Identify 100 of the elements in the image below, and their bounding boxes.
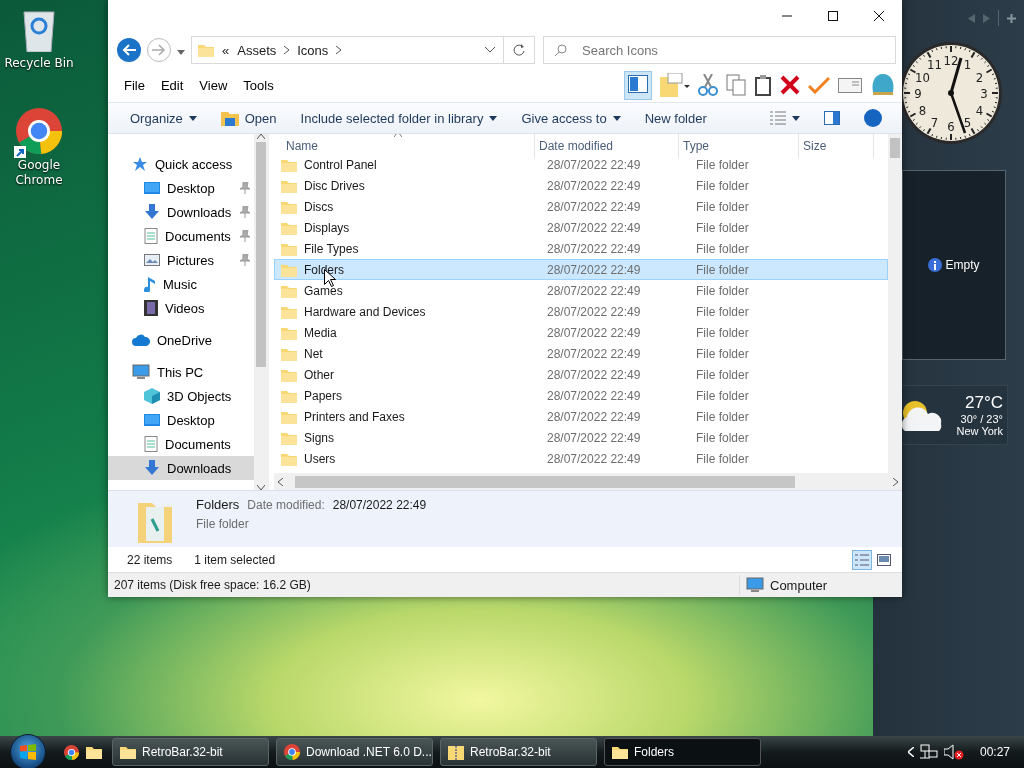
file-row[interactable]: Net 28/07/2022 22:49 File folder [274,343,888,364]
taskbar-clock[interactable]: 00:27 [979,745,1010,759]
nav-item[interactable]: Documents [108,224,254,248]
start-button[interactable] [10,734,46,768]
file-row[interactable]: Users 28/07/2022 22:49 File folder [274,448,888,469]
command-button[interactable]: Give access to [509,103,633,133]
taskbar-button[interactable]: Folders [604,738,761,766]
command-button[interactable]: New folder [632,103,719,133]
nav-item[interactable]: Videos [108,296,254,320]
nav-item[interactable]: OneDrive [108,328,254,352]
clock-numeral: 9 [914,86,922,101]
file-row[interactable]: Games 28/07/2022 22:49 File folder [274,280,888,301]
clock-numeral: 7 [930,114,939,130]
file-row[interactable]: Folders 28/07/2022 22:49 File folder [274,259,888,280]
column-header[interactable]: Type [679,134,799,158]
command-button[interactable]: Include selected folder in library [288,103,510,133]
scrollbar-thumb[interactable] [890,138,900,158]
pane-layout-icon [824,111,840,125]
copy-icon[interactable] [726,74,746,96]
nav-item[interactable]: 3D Objects [108,384,254,408]
file-row[interactable]: Media 28/07/2022 22:49 File folder [274,322,888,343]
desktop-icon-label[interactable]: Recycle Bin [4,56,74,71]
show-hidden-icons-icon[interactable] [907,747,914,757]
nav-item[interactable]: Desktop [108,176,254,200]
back-button[interactable] [117,38,141,62]
taskbar-button[interactable]: RetroBar.32-bit [112,738,269,766]
monitor-icon [144,181,160,195]
add-gadget-icon[interactable] [1007,13,1016,23]
muted-speaker-icon[interactable] [943,744,964,760]
file-date: 28/07/2022 22:49 [546,199,642,214]
taskbar-button[interactable]: Download .NET 6.0 D... [276,738,433,766]
scroll-right-icon[interactable] [893,477,898,486]
file-row[interactable]: Discs 28/07/2022 22:49 File folder [274,196,888,217]
zip-folder-icon [448,744,464,760]
delete-icon[interactable] [780,75,800,95]
folder-icon [281,346,297,361]
nav-item[interactable]: Desktop [108,408,254,432]
menu-item[interactable]: Tools [235,77,282,93]
preview-pane-toggle[interactable] [624,70,652,100]
file-date: 28/07/2022 22:49 [546,283,642,298]
scroll-left-icon[interactable] [278,477,283,486]
file-type: File folder [695,409,750,424]
clock-numeral: 10 [915,69,930,85]
maximize-icon [828,11,838,21]
nav-item[interactable]: Quick access [108,152,254,176]
file-type: File folder [695,430,750,445]
quick-launch-button[interactable] [64,744,79,760]
chevron-down-icon[interactable] [485,47,495,53]
folder-icon [281,157,297,172]
nav-item[interactable]: Documents [108,432,254,456]
nav-item[interactable]: Downloads [108,456,254,480]
file-row[interactable]: Printers and Faxes 28/07/2022 22:49 File folder [274,406,888,427]
file-row[interactable]: Papers 28/07/2022 22:49 File folder [274,385,888,406]
address-bar[interactable]: « Assets Icons [191,36,535,64]
scrollbar-thumb[interactable] [256,142,266,367]
menu-item[interactable]: File [116,77,153,93]
file-row[interactable]: Hardware and Devices 28/07/2022 22:49 File folder [274,301,888,322]
scissors-icon[interactable] [698,74,718,96]
checkmark-icon[interactable] [808,76,830,94]
refresh-icon[interactable] [513,44,525,56]
file-row[interactable]: Other 28/07/2022 22:49 File folder [274,364,888,385]
file-type: File folder [695,304,750,319]
nav-item[interactable]: This PC [108,360,254,384]
down-arrow-icon [144,460,160,476]
column-header[interactable]: Date modified [535,134,679,158]
nav-item[interactable]: Downloads [108,200,254,224]
scroll-down-icon[interactable] [257,485,265,490]
envelope-icon[interactable] [838,76,862,94]
cloud-icon [132,334,150,346]
scrollbar-thumb[interactable] [295,475,795,488]
file-row[interactable]: Displays 28/07/2022 22:49 File folder [274,217,888,238]
breadcrumb[interactable]: Icons [297,42,329,58]
clock-numeral: 1 [963,57,972,73]
file-date: 28/07/2022 22:49 [546,241,642,256]
column-header[interactable]: Size [799,134,874,158]
file-date: 28/07/2022 22:49 [546,157,642,172]
desktop-icon-label[interactable]: Google Chrome [0,158,78,188]
menu-item[interactable]: Edit [152,77,192,93]
file-row[interactable]: File Types 28/07/2022 22:49 File folder [274,238,888,259]
nav-item[interactable]: Music [108,272,254,296]
clipboard-icon[interactable] [754,74,772,96]
taskbar-button[interactable]: RetroBar.32-bit [440,738,597,766]
quick-launch-button[interactable] [86,744,102,760]
scroll-up-icon[interactable] [257,134,265,139]
file-row[interactable]: Signs 28/07/2022 22:49 File folder [274,427,888,448]
file-type: File folder [695,220,750,235]
menu-item[interactable]: View [191,77,236,93]
command-button[interactable]: Open [208,103,289,133]
search-field[interactable]: Search Icons [543,36,896,64]
folder-icon [281,430,297,445]
shell-icon[interactable] [870,72,896,98]
file-date: 28/07/2022 22:49 [546,409,642,424]
breadcrumb[interactable]: Assets [237,42,277,58]
file-row[interactable]: Disc Drives 28/07/2022 22:49 File folder [274,175,888,196]
command-button[interactable]: Organize [118,103,209,133]
address-overflow[interactable]: « [222,42,230,58]
recycle-bin-icon[interactable] [22,8,56,52]
network-icon[interactable] [919,744,938,760]
column-header[interactable]: Name [274,134,535,158]
nav-item[interactable]: Pictures [108,248,254,272]
